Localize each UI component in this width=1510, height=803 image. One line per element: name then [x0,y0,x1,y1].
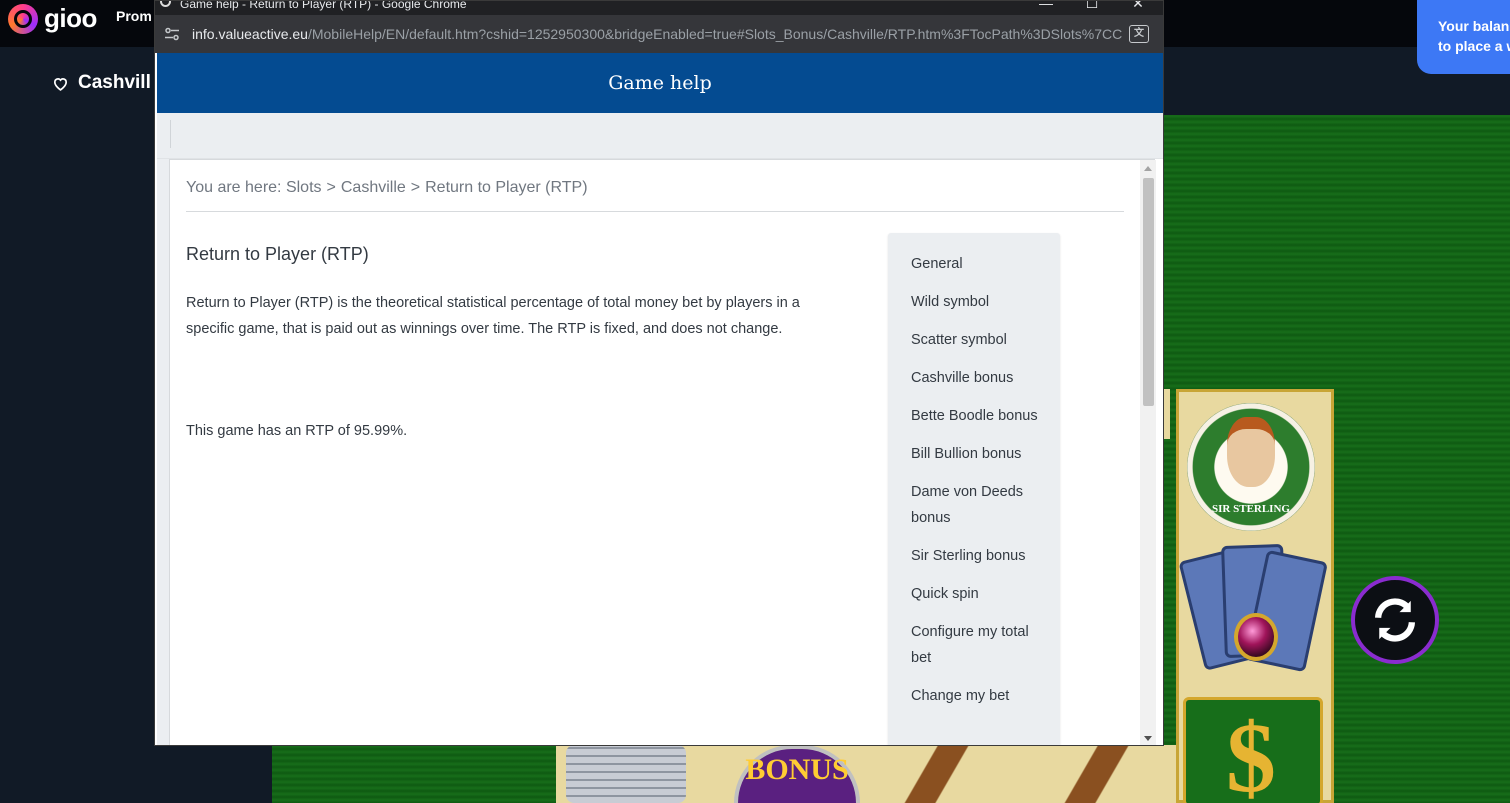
toc-bill-bullion-bonus[interactable]: Bill Bullion bonus [911,441,1050,467]
help-header: Game help [157,53,1163,113]
toc-cashville-bonus[interactable]: Cashville bonus [911,365,1050,391]
breadcrumb: You are here: Slots > Cashville > Return to … [186,179,588,197]
rtp-value-statement: This game has an RTP of 95.99%. [186,423,408,439]
url-path: /MobileHelp/EN/default.htm?cshid=1252950… [307,26,1122,42]
content-scrollbar[interactable] [1140,160,1156,745]
window-titlebar[interactable]: Game help - Return to Player (RTP) - Goo… [155,1,1163,15]
cigar-symbol [876,745,996,803]
address-bar[interactable]: info.valueactive.eu/MobileHelp/EN/defaul… [155,15,1163,53]
toolbar-divider [170,120,171,148]
favorite-game[interactable]: Cashvill [52,72,151,94]
game-title: Cashvill [78,72,151,93]
scroll-up-arrow[interactable] [1144,166,1152,171]
maximize-button[interactable]: ☐ [1077,1,1107,12]
bonus-label: BONUS [745,753,849,786]
toc-general[interactable]: General [911,251,1050,277]
scroll-thumb[interactable] [1143,178,1154,406]
url-domain: info.valueactive.eu [192,26,308,42]
breadcrumb-separator: > [410,179,421,196]
refresh-spin-icon [1374,598,1416,642]
nav-promotions[interactable]: Prom [116,8,152,24]
breadcrumb-slots[interactable]: Slots [286,179,322,196]
toc-quick-spin[interactable]: Quick spin [911,581,1050,607]
heart-icon[interactable] [52,75,69,92]
help-gutter [157,159,169,745]
toc-change-my-bet[interactable]: Change my bet [911,683,1050,709]
help-content[interactable]: You are here: Slots > Cashville > Return to … [169,159,1156,745]
scroll-down-arrow[interactable] [1144,736,1152,741]
toast-line-1: Your balan [1438,18,1510,34]
rtp-definition: Return to Player (RTP) is the theoretica… [186,295,800,337]
toast-line-2: to place a w [1438,38,1510,54]
close-button[interactable]: ✕ [1123,1,1153,12]
chrome-icon [160,1,171,7]
sterling-label: SIR STERLING [1212,503,1290,515]
site-brand: gioo [44,3,97,33]
help-toolbar-band [157,113,1163,159]
coin-stack-symbol [566,745,686,803]
help-toc: General Wild symbol Scatter symbol Cashv… [888,233,1060,745]
sir-sterling-symbol: SIR STERLING [1187,403,1315,531]
breadcrumb-cashville[interactable]: Cashville [341,179,406,196]
breadcrumb-prefix: You are here: [186,179,282,196]
toc-dame-von-deeds-bonus[interactable]: Dame von Deeds bonus [911,479,1050,531]
article-title: Return to Player (RTP) [186,244,369,264]
gem [1234,613,1278,661]
dollar-symbol: $ [1183,697,1323,803]
dollar-glyph: $ [1226,702,1276,803]
toc-wild-symbol[interactable]: Wild symbol [911,289,1050,315]
breadcrumb-separator: > [326,179,336,196]
cigar-symbol [1036,745,1156,803]
window-title: Game help - Return to Player (RTP) - Goo… [180,1,467,11]
toc-bette-boodle-bonus[interactable]: Bette Boodle bonus [911,403,1050,429]
bonus-symbol: BONUS [734,745,860,803]
sterling-portrait [1227,417,1275,487]
spin-button[interactable] [1351,576,1439,664]
cards-gem-symbol [1178,543,1328,687]
toc-configure-total-bet[interactable]: Configure my total bet [911,619,1050,671]
site-logo[interactable]: gioo [8,3,97,34]
site-tune-icon[interactable] [164,26,180,42]
breadcrumb-current: Return to Player (RTP) [425,179,588,196]
toc-scatter-symbol[interactable]: Scatter symbol [911,327,1050,353]
balance-toast[interactable]: Your balan to place a w [1417,0,1510,74]
translate-icon[interactable]: 文 [1129,25,1149,43]
help-popup-window[interactable]: Game help - Return to Player (RTP) - Goo… [154,0,1164,746]
toc-sir-sterling-bonus[interactable]: Sir Sterling bonus [911,543,1050,569]
minimize-button[interactable]: — [1031,1,1061,11]
gioo-logo-icon [8,3,38,34]
url-text[interactable]: info.valueactive.eu/MobileHelp/EN/defaul… [192,26,1122,42]
breadcrumb-divider [186,211,1124,212]
